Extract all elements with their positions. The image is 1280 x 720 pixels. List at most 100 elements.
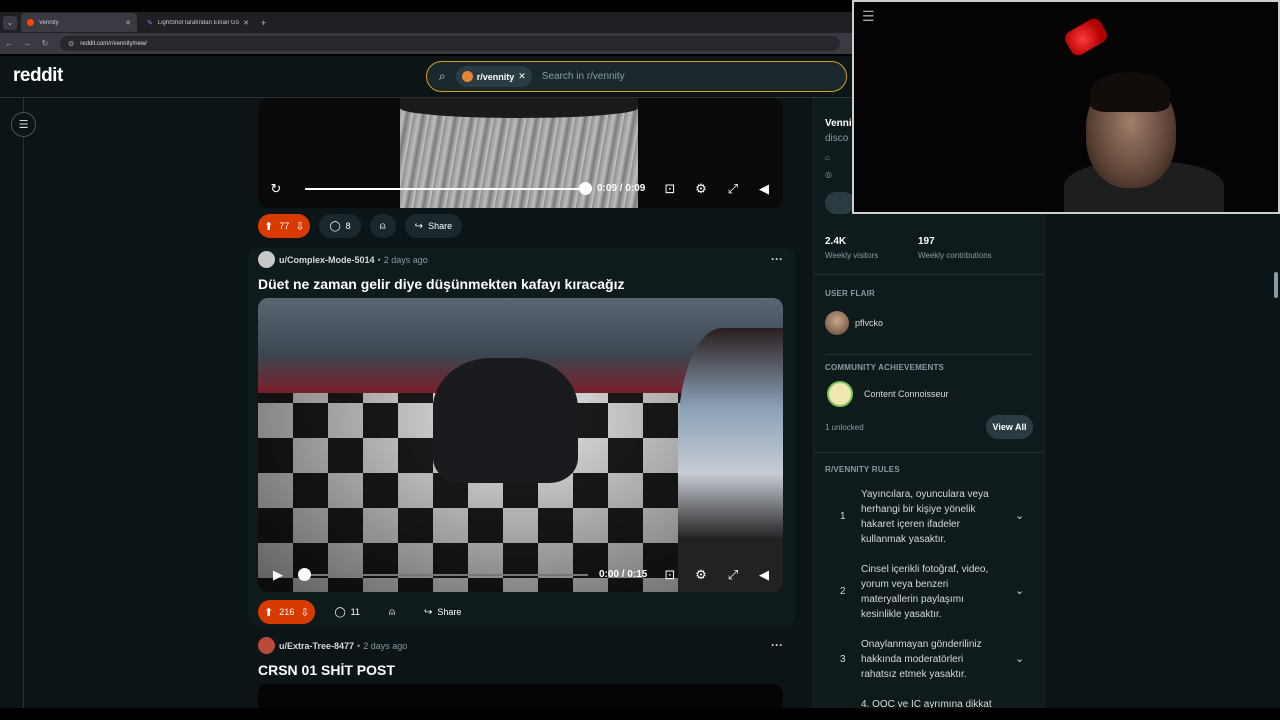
post-video[interactable] — [258, 298, 783, 592]
share-button[interactable]: ↪ Share — [404, 214, 463, 238]
divider — [825, 354, 1032, 355]
close-tab-icon[interactable]: ✕ — [243, 19, 249, 27]
post-author[interactable]: u/Complex-Mode-5014 — [279, 255, 375, 265]
flair-username[interactable]: pflvcko — [855, 318, 883, 328]
page-scrollbar[interactable] — [1274, 272, 1278, 298]
post-title[interactable]: Düet ne zaman gelir diye düşünmekten kaf… — [258, 276, 624, 292]
award-icon: ⍝ — [379, 220, 386, 232]
weekly-visitors-label: Weekly visitors — [825, 251, 879, 260]
remove-chip-icon[interactable]: ✕ — [518, 71, 526, 82]
comments-button[interactable]: ◯ 11 — [324, 600, 370, 624]
award-button[interactable]: ⍝ — [379, 600, 405, 624]
video-controls: ▶ 0:00 / 0:15 ⊡ ⚙ ⤢ ◀ — [258, 560, 783, 590]
share-icon: ↪ — [414, 220, 424, 232]
vote-count: 216 — [279, 607, 295, 617]
comment-count: 11 — [350, 607, 361, 617]
video-frame-shadow — [400, 98, 638, 118]
captions-icon[interactable]: ⊡ — [660, 567, 680, 583]
upvote-icon[interactable]: ⬆ — [264, 220, 273, 233]
achievement-badge-icon[interactable] — [827, 381, 853, 407]
vote-control: ⬆ 77 ⇩ — [258, 214, 311, 238]
tab-title: Vennity — [39, 19, 59, 26]
post-overflow-icon[interactable]: ··· — [771, 252, 783, 266]
bottom-bar — [0, 708, 1280, 720]
post-meta: u/Complex-Mode-5014 • 2 days ago — [258, 251, 428, 268]
post-actions: ⬆ 216 ⇩ ◯ 11 ⍝ ↪ Share — [258, 600, 471, 624]
post-meta: u/Extra-Tree-8477 • 2 days ago — [258, 637, 407, 654]
address-bar: ← → ↻ ⚙ reddit.com/r/vennity/new/ — [0, 33, 852, 54]
user-avatar[interactable] — [258, 251, 275, 268]
chevron-down-icon[interactable]: ⌄ — [1015, 509, 1024, 522]
captions-icon[interactable]: ⊡ — [660, 181, 680, 197]
rule-number: 3 — [840, 654, 846, 665]
tab-lightshot[interactable]: ✎ LightShot tarafından Ekran Gö... ✕ — [141, 13, 255, 32]
award-button[interactable]: ⍝ — [369, 214, 396, 238]
subreddit-avatar — [461, 71, 473, 82]
user-avatar[interactable] — [258, 637, 275, 654]
achievement-name[interactable]: Content Connoisseur — [864, 389, 949, 399]
url-field[interactable]: ⚙ reddit.com/r/vennity/new/ — [60, 36, 840, 51]
progress-track[interactable] — [305, 188, 586, 190]
progress-knob[interactable] — [579, 182, 592, 195]
left-nav-rail — [0, 98, 24, 708]
rule-text: Onaylanmayan gönderiliniz hakkında moder… — [861, 639, 982, 680]
post-age: 2 days ago — [383, 254, 428, 265]
search-input[interactable]: Search in r/vennity — [542, 71, 625, 82]
forward-icon[interactable]: → — [18, 39, 36, 48]
share-label: Share — [437, 607, 462, 617]
award-icon: ⍝ — [389, 606, 396, 618]
tab-list-dropdown[interactable]: ⌄ — [3, 15, 17, 30]
play-icon[interactable]: ▶ — [268, 567, 288, 583]
menu-hamburger-icon[interactable]: ☰ — [11, 112, 36, 137]
fullscreen-icon[interactable]: ⤢ — [723, 181, 743, 197]
reload-icon[interactable]: ↻ — [36, 39, 54, 48]
downvote-icon[interactable]: ⇩ — [300, 606, 309, 619]
settings-gear-icon[interactable]: ⚙ — [691, 567, 711, 583]
view-all-button[interactable]: View All — [986, 415, 1033, 439]
share-label: Share — [428, 221, 453, 231]
post-overflow-icon[interactable]: ··· — [771, 638, 783, 652]
tab-vennity[interactable]: Vennity ✕ — [21, 13, 137, 32]
share-button[interactable]: ↪ Share — [414, 600, 471, 624]
close-tab-icon[interactable]: ✕ — [125, 19, 131, 27]
reddit-logo[interactable]: reddit — [13, 65, 63, 87]
rules-heading: R/VENNITY RULES — [825, 465, 900, 474]
post-age: 2 days ago — [363, 640, 408, 651]
volume-icon[interactable]: ◀ — [754, 181, 774, 197]
settings-gear-icon[interactable]: ⚙ — [691, 181, 711, 197]
downvote-icon[interactable]: ⇩ — [295, 220, 304, 233]
divider — [815, 274, 1043, 275]
fullscreen-icon[interactable]: ⤢ — [723, 567, 743, 583]
webcam-lamp — [1062, 15, 1110, 59]
share-icon: ↪ — [424, 606, 433, 618]
comment-icon: ◯ — [334, 606, 346, 618]
rule-number: 1 — [840, 511, 846, 522]
volume-icon[interactable]: ◀ — [754, 567, 774, 583]
chevron-down-icon[interactable]: ⌄ — [1015, 584, 1024, 597]
post-video[interactable]: ↻ 0:09 / 0:09 ⊡ ⚙ ⤢ ◀ — [258, 98, 783, 208]
flair-avatar[interactable] — [825, 311, 849, 335]
post-title[interactable]: CRSN 01 SHİT POST — [258, 662, 395, 678]
search-bar[interactable]: ⌕ r/vennity ✕ Search in r/vennity — [426, 61, 847, 92]
tab-title: LightShot tarafından Ekran Gö... — [157, 19, 240, 26]
progress-knob[interactable] — [298, 568, 311, 581]
upvote-icon[interactable]: ⬆ — [264, 606, 273, 619]
progress-track[interactable] — [305, 574, 588, 576]
post-media-preview[interactable] — [258, 684, 783, 708]
back-icon[interactable]: ← — [0, 39, 18, 48]
video-time: 0:00 / 0:15 — [599, 569, 648, 580]
replay-icon[interactable]: ↻ — [266, 181, 286, 197]
vote-control: ⬆ 216 ⇩ — [258, 600, 316, 624]
comments-button[interactable]: ◯ 8 — [319, 214, 361, 238]
post-author[interactable]: u/Extra-Tree-8477 — [279, 641, 354, 651]
menu-hamburger-icon[interactable]: ☰ — [862, 8, 875, 25]
reddit-favicon-icon — [27, 19, 34, 26]
site-info-icon[interactable]: ⚙ — [68, 40, 74, 48]
browser-tab-bar: ⌄ Vennity ✕ ✎ LightShot tarafından Ekran… — [0, 12, 852, 33]
new-tab-icon[interactable]: + — [261, 18, 266, 28]
join-button[interactable] — [825, 192, 855, 214]
subreddit-search-chip[interactable]: r/vennity ✕ — [455, 66, 532, 87]
weekly-visitors-value: 2.4K — [825, 236, 847, 247]
chevron-down-icon[interactable]: ⌄ — [1015, 652, 1024, 665]
lightshot-favicon-icon: ✎ — [147, 20, 153, 27]
